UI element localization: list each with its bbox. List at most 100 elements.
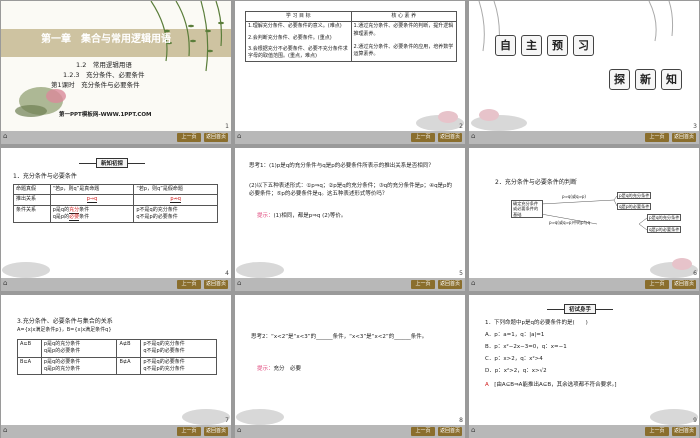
page-number: 9 xyxy=(693,417,697,424)
slide-footer: ⌂ 上一页 返回首页 xyxy=(1,278,231,291)
prev-button[interactable]: 上一页 xyxy=(645,280,669,289)
prev-button[interactable]: 上一页 xyxy=(411,133,435,142)
page-number: 5 xyxy=(459,270,463,277)
cell-relation: p不是q的必要条件 q不是p的充分条件 xyxy=(140,356,217,375)
slide-thumbnail-3[interactable]: 自 主 预 习 探 新 知 3 ⌂ 上一页 返回首页 xyxy=(469,1,699,144)
home-button[interactable]: 返回首页 xyxy=(204,280,228,289)
prev-button[interactable]: 上一页 xyxy=(411,427,435,436)
home-button[interactable]: 返回首页 xyxy=(204,427,228,436)
thinking-question-1: 思考1：(1)p是q的充分条件与q是p的必要条件所表示的推出关系是否相同？ xyxy=(249,163,434,169)
home-button[interactable]: 返回首页 xyxy=(672,133,696,142)
cell-subset: A⊆B xyxy=(17,339,42,358)
slide-footer: ⌂ 上一页 返回首页 xyxy=(235,131,465,144)
home-button[interactable]: 返回首页 xyxy=(672,280,696,289)
slide-thumbnail-7[interactable]: 3.充分条件、必要条件与集合的关系 A={x|x满足条件p}，B={x|x满足条… xyxy=(1,295,231,438)
objectives-cell: 1.理解充分条件、必要条件的意义。(难点) 2.会判断充分条件、必要条件。(重点… xyxy=(245,21,352,63)
slide-thumbnail-5[interactable]: 思考1：(1)p是q的充分条件与q是p的必要条件所表示的推出关系是否相同？ (2… xyxy=(235,148,465,291)
home-icon[interactable]: ⌂ xyxy=(3,426,7,434)
diagram-branch: q是p的必要条件 xyxy=(617,203,652,211)
seal-char: 自 xyxy=(495,35,516,56)
home-icon[interactable]: ⌂ xyxy=(3,132,7,140)
cell-relation-neg: p不是q的充分条件 q不是p的必要条件 xyxy=(133,204,218,223)
slide-thumbnail-1[interactable]: 第一章 集合与常用逻辑用语 1.2 常用逻辑用语 1.2.3 充分条件、必要条件… xyxy=(1,1,231,144)
hint-line: 提示：(1)相同，都是p⇒q (2)等价。 xyxy=(257,213,347,219)
lesson-title: 第1课时 充分条件与必要条件 xyxy=(51,81,140,89)
home-icon[interactable]: ⌂ xyxy=(237,426,241,434)
cell-header: 条件关系 xyxy=(13,204,51,223)
page-number: 4 xyxy=(225,270,229,277)
home-icon[interactable]: ⌂ xyxy=(3,279,7,287)
answer-line: A [由A⊆B⇒A能推出A⊆B，其余选项都不符合要求。] xyxy=(485,382,617,388)
home-button[interactable]: 返回首页 xyxy=(204,133,228,142)
page-number: 3 xyxy=(693,123,697,130)
prev-button[interactable]: 上一页 xyxy=(177,280,201,289)
cell-relation: p是q的必要条件 q是p的充分条件 xyxy=(40,356,118,375)
cell-relation: p是q的充分条件 q是p的必要条件 xyxy=(49,204,135,223)
section-tag: 初试身手 xyxy=(546,304,614,314)
prev-button[interactable]: 上一页 xyxy=(645,427,669,436)
home-button[interactable]: 返回首页 xyxy=(672,427,696,436)
slide-footer: ⌂ 上一页 返回首页 xyxy=(235,278,465,291)
home-icon[interactable]: ⌂ xyxy=(237,279,241,287)
cell-header: 命题真假 xyxy=(13,183,51,196)
prev-button[interactable]: 上一页 xyxy=(177,133,201,142)
ink-painting-decoration xyxy=(2,262,50,278)
home-icon[interactable]: ⌂ xyxy=(237,132,241,140)
slide-thumbnail-8[interactable]: 思考2：“x<2”是“x<3”的______条件，“x<3”是“x<2”的___… xyxy=(235,295,465,438)
diagram-branch: q是p的必要条件 xyxy=(647,226,682,234)
cell-subset: B⊆A xyxy=(17,356,42,375)
option-a: A．p：a=1，q：|a|=1 xyxy=(485,332,545,338)
prev-button[interactable]: 上一页 xyxy=(411,280,435,289)
page-number: 7 xyxy=(225,417,229,424)
home-icon[interactable]: ⌂ xyxy=(471,279,475,287)
slide-footer: ⌂ 上一页 返回首页 xyxy=(1,131,231,144)
ink-painting-decoration xyxy=(416,111,464,131)
chapter-title: 第一章 集合与常用逻辑用语 xyxy=(41,34,171,45)
section-tag: 新知初探 xyxy=(78,158,146,168)
objective-2: 2.会判断充分条件、必要条件。(重点) xyxy=(248,34,332,41)
page-number: 8 xyxy=(459,417,463,424)
section-title: 1.2 常用逻辑用语 xyxy=(76,61,132,69)
slide-thumbnail-9[interactable]: 初试身手 1．下列命题中p是q的必要条件的是( ) A．p：a=1，q：|a|=… xyxy=(469,295,699,438)
home-icon[interactable]: ⌂ xyxy=(471,132,475,140)
cell-not-implies: p⇏q xyxy=(133,194,218,206)
slide-footer: ⌂ 上一页 返回首页 xyxy=(1,425,231,438)
section-heading: 1．充分条件与必要条件 xyxy=(13,173,77,180)
page-number: 2 xyxy=(459,123,463,130)
prev-button[interactable]: 上一页 xyxy=(645,133,669,142)
ink-painting-decoration xyxy=(471,109,527,131)
page-number: 6 xyxy=(693,270,697,277)
diagram-root: 确定充分条件或必要条件的基础 xyxy=(511,200,543,219)
slide-thumbnail-6[interactable]: 2．充分条件与必要条件的判断 确定充分条件或必要条件的基础 p⇒q(或q⇒p) … xyxy=(469,148,699,291)
ink-painting-decoration xyxy=(650,258,698,278)
home-button[interactable]: 返回首页 xyxy=(438,427,462,436)
arrow-label-bottom: p⇒q(或q⇒p)中的p与q xyxy=(549,220,591,225)
seal-char: 主 xyxy=(521,35,542,56)
literacy-cell: 1.通过充分条件、必要条件的判断，提升逻辑推理素养。 2.通过充分条件、必要条件… xyxy=(350,21,457,63)
ink-painting-decoration xyxy=(236,262,284,278)
cell-header: 推出关系 xyxy=(13,194,51,206)
diagram-branch: p是q的充分条件 xyxy=(647,214,682,222)
home-button[interactable]: 返回首页 xyxy=(438,280,462,289)
seal-char: 习 xyxy=(573,35,594,56)
cell-implies: p⇒q xyxy=(49,194,135,206)
objective-3: 3.会根据充分不必要条件、必要不充分条件求字母的取值范围。(重点，难点) xyxy=(248,45,348,59)
home-button[interactable]: 返回首页 xyxy=(438,133,462,142)
literacy-2: 2.通过充分条件、必要条件的应用，培养数学运算素养。 xyxy=(353,43,454,57)
thinking-question: 思考2：“x<2”是“x<3”的______条件，“x<3”是“x<2”的___… xyxy=(251,334,428,340)
option-b: B．p：x²−2x−3=0，q：x=−1 xyxy=(485,344,567,350)
slide-footer: ⌂ 上一页 返回首页 xyxy=(469,425,699,438)
literacy-1: 1.通过充分条件、必要条件的判断，提升逻辑推理素养。 xyxy=(353,23,454,37)
brand-text: 第一PPT模板网-WWW.1PPT.COM xyxy=(59,112,152,118)
cell-true: “若p，则q”是真命题 xyxy=(49,183,135,196)
objective-1: 1.理解充分条件、必要条件的意义。(难点) xyxy=(248,23,342,30)
home-icon[interactable]: ⌂ xyxy=(471,426,475,434)
slide-thumbnail-2[interactable]: 学 习 目 标 核 心 素 养 1.理解充分条件、必要条件的意义。(难点) 2.… xyxy=(235,1,465,144)
cell-subset: B⊈A xyxy=(116,356,142,375)
prev-button[interactable]: 上一页 xyxy=(177,427,201,436)
slide-footer: ⌂ 上一页 返回首页 xyxy=(469,131,699,144)
slide-thumbnail-4[interactable]: 新知初探 1．充分条件与必要条件 命题真假 “若p，则q”是真命题 “若p，则q… xyxy=(1,148,231,291)
literacy-header: 核 心 素 养 xyxy=(350,10,457,23)
subsection-title: 1.2.3 充分条件、必要条件 xyxy=(63,71,145,79)
cell-subset: A⊈B xyxy=(116,339,142,358)
